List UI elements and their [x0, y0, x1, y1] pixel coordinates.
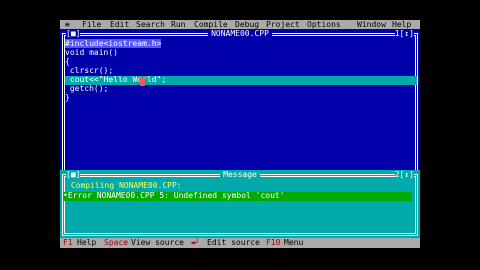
editor-title: NONAME00.CPP [60, 29, 420, 38]
error-message[interactable]: •Error NONAME00.CPP 5: Undefined symbol … [63, 192, 412, 201]
message-zoom-button[interactable]: 2[↕] [394, 170, 414, 179]
menu-window[interactable]: Window [357, 21, 386, 29]
message-title: Message [60, 170, 420, 179]
space-key[interactable]: Space [104, 239, 128, 247]
message-window[interactable]: [■] Message 2[↕] Compiling NONAME00.CPP:… [60, 170, 420, 238]
zoom-icon: [↕] [399, 29, 414, 38]
menu-bar: ≡ File Edit Search Run Compile Debug Pro… [60, 20, 420, 29]
turbo-cpp-ide: ≡ File Edit Search Run Compile Debug Pro… [60, 20, 420, 248]
menu-help[interactable]: Help [392, 21, 411, 29]
menu-search[interactable]: Search [136, 21, 165, 29]
f10-label: Menu [284, 238, 304, 247]
menu-debug[interactable]: Debug [235, 21, 259, 29]
status-bar: F1 Help Space View source ◄┘ Edit source… [60, 238, 420, 248]
code-area[interactable]: #include<iostream.h> void main() { clrsc… [65, 39, 417, 103]
compiling-message[interactable]: Compiling NONAME00.CPP: [66, 182, 182, 191]
code-line[interactable]: } [65, 94, 417, 103]
editor-zoom-button[interactable]: 1[↕] [394, 29, 414, 38]
system-menu-icon[interactable]: ≡ [65, 21, 70, 29]
code-line[interactable]: void main() [65, 49, 417, 58]
space-label: View source [131, 238, 184, 247]
enter-key[interactable]: ◄┘ [190, 239, 200, 247]
f1-label: Help [77, 238, 97, 247]
menu-edit[interactable]: Edit [110, 21, 129, 29]
menu-run[interactable]: Run [171, 21, 185, 29]
code-line[interactable]: getch(); [65, 85, 417, 94]
menu-compile[interactable]: Compile [194, 21, 228, 29]
menu-project[interactable]: Project [266, 21, 300, 29]
error-highlight-line[interactable]: cout<<"Hello World"; [65, 76, 417, 85]
menu-file[interactable]: File [82, 21, 101, 29]
enter-label: Edit source [207, 238, 260, 247]
f10-key[interactable]: F10 [266, 239, 280, 247]
menu-options[interactable]: Options [307, 21, 341, 29]
f1-key[interactable]: F1 [63, 239, 73, 247]
editor-window[interactable]: [■] NONAME00.CPP 1[↕] #include<iostream.… [60, 29, 420, 189]
text-cursor [140, 78, 145, 86]
code-line[interactable]: { [65, 58, 417, 67]
zoom-icon: [↕] [399, 170, 414, 179]
